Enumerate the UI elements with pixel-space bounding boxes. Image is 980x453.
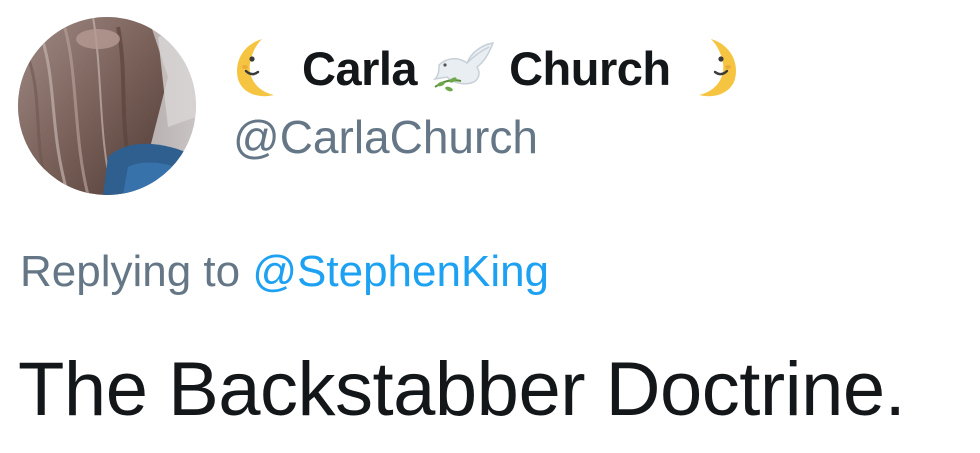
display-name-last: Church xyxy=(509,41,671,95)
replying-to-label: Replying to xyxy=(20,247,241,296)
replying-to-line: Replying to @StephenKing xyxy=(20,250,549,294)
reply-target-link[interactable]: @StephenKing xyxy=(252,247,549,296)
tweet-card: Carla Church @CarlaChurch Replying to @S… xyxy=(0,0,980,453)
avatar[interactable] xyxy=(18,17,196,195)
author-handle[interactable]: @CarlaChurch xyxy=(233,114,538,160)
display-name-first: Carla xyxy=(302,41,418,95)
dove-icon xyxy=(431,39,495,97)
crescent-moon-face-icon xyxy=(685,37,741,99)
crescent-moon-face-icon xyxy=(232,37,288,99)
display-name-row[interactable]: Carla Church xyxy=(232,28,741,108)
avatar-photo xyxy=(18,17,196,195)
tweet-text: The Backstabber Doctrine. xyxy=(18,347,906,432)
